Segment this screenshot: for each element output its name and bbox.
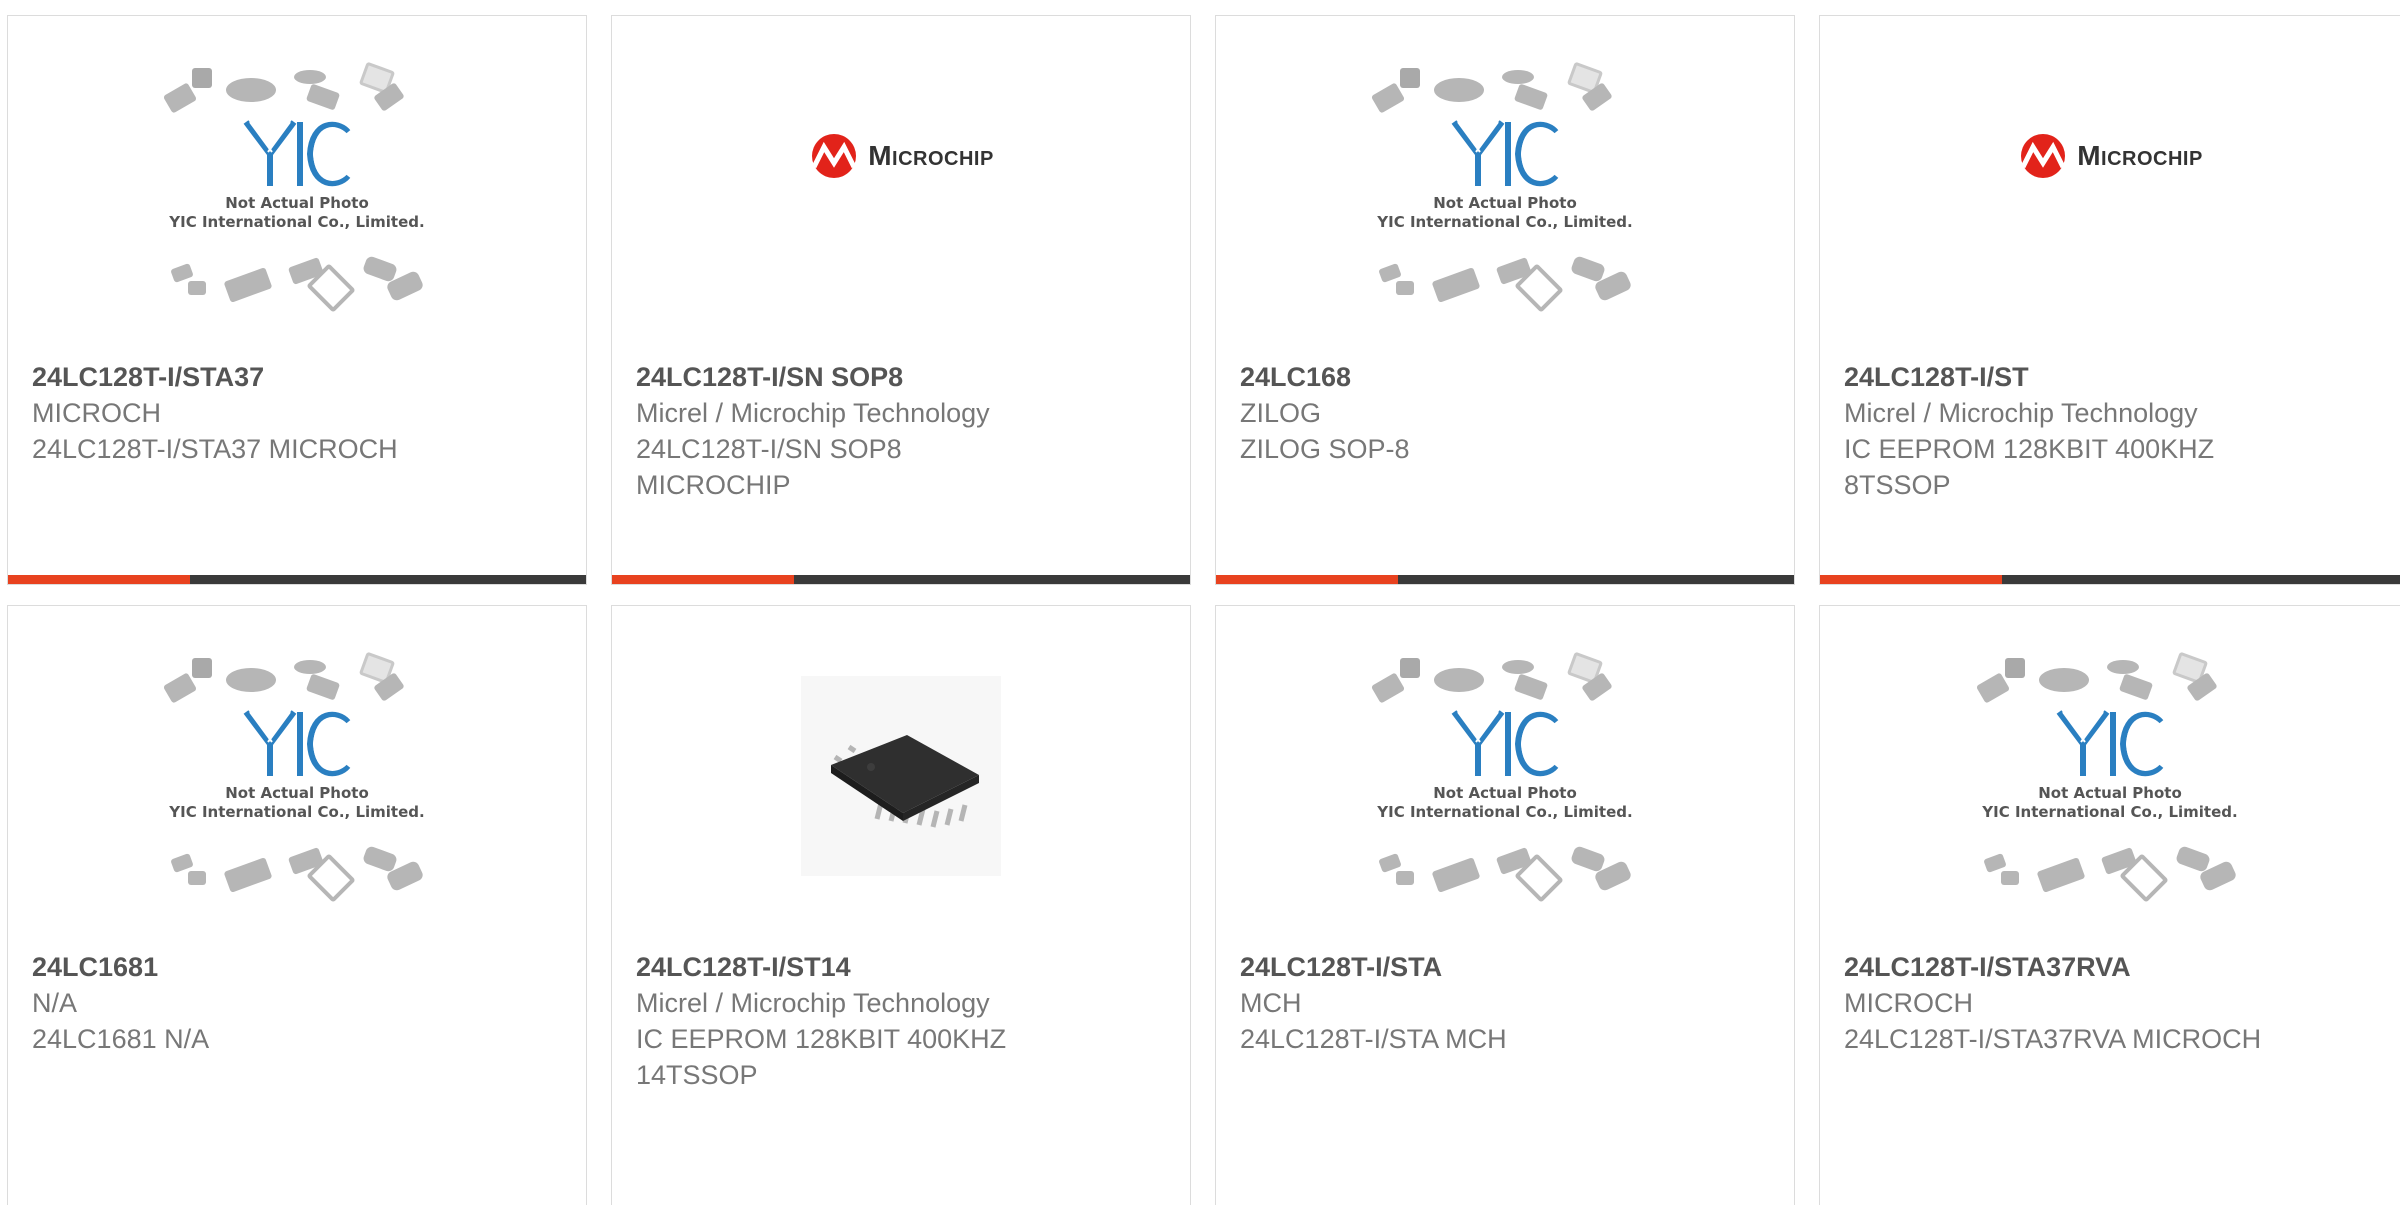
product-info: 24LC128T-I/STA MCH 24LC128T-I/STA MCH [1240, 949, 1770, 1057]
part-number[interactable]: 24LC168 [1240, 359, 1770, 395]
product-image[interactable]: Not Actual Photo YIC International Co., … [1820, 606, 2400, 946]
microchip-logo-image: Microchip [808, 133, 994, 179]
card-bar [1216, 575, 1794, 584]
yic-logo-icon [243, 710, 351, 777]
product-image[interactable]: Not Actual Photo YIC International Co., … [1216, 606, 1794, 946]
yic-placeholder-image: Not Actual Photo YIC International Co., … [162, 651, 432, 903]
yic-logo-icon [1451, 120, 1559, 187]
part-number[interactable]: 24LC128T-I/ST14 [636, 949, 1166, 985]
product-image[interactable]: Microchip [612, 16, 1190, 356]
description: 24LC128T-I/STA37 MICROCH [32, 434, 398, 464]
part-number[interactable]: 24LC128T-I/ST [1844, 359, 2376, 395]
card-bar-accent [1820, 575, 2002, 584]
description: IC EEPROM 128KBIT 400KHZ 8TSSOP [1844, 434, 2215, 500]
tssop-chip-icon [831, 735, 979, 828]
part-number[interactable]: 24LC128T-I/STA37RVA [1844, 949, 2376, 985]
manufacturer: Micrel / Microchip Technology [636, 398, 990, 428]
yic-logo-icon [1451, 710, 1559, 777]
product-image[interactable]: Not Actual Photo YIC International Co., … [8, 606, 586, 946]
card-bar [8, 575, 586, 584]
product-card[interactable]: Not Actual Photo YIC International Co., … [7, 605, 587, 1205]
product-info: 24LC128T-I/ST Micrel / Microchip Technol… [1844, 359, 2376, 503]
microchip-logo-image: Microchip [2017, 133, 2203, 179]
product-image[interactable]: Microchip [1820, 16, 2400, 356]
microchip-logo-text: Microchip [2077, 140, 2203, 171]
image-company: YIC International Co., Limited. [169, 803, 425, 821]
yic-placeholder-image: Not Actual Photo YIC International Co., … [162, 61, 432, 313]
product-info: 24LC1681 N/A 24LC1681 N/A [32, 949, 562, 1057]
product-image[interactable]: Not Actual Photo YIC International Co., … [8, 16, 586, 356]
product-card[interactable]: Not Actual Photo YIC International Co., … [7, 15, 587, 585]
description: 24LC128T-I/STA37RVA MICROCH [1844, 1024, 2262, 1054]
yic-placeholder-image: Not Actual Photo YIC International Co., … [1975, 651, 2245, 903]
microchip-logo-icon [811, 134, 857, 178]
part-number[interactable]: 24LC128T-I/SN SOP8 [636, 359, 1166, 395]
microchip-logo-icon [2020, 134, 2066, 178]
product-card[interactable]: Not Actual Photo YIC International Co., … [1819, 605, 2400, 1205]
part-number[interactable]: 24LC128T-I/STA37 [32, 359, 562, 395]
description: 24LC128T-I/SN SOP8 MICROCHIP [636, 434, 902, 500]
image-note: Not Actual Photo [225, 194, 369, 212]
description: 24LC128T-I/STA MCH [1240, 1024, 1507, 1054]
image-company: YIC International Co., Limited. [1377, 213, 1633, 231]
manufacturer: MICROCH [32, 398, 161, 428]
card-bar [612, 575, 1190, 584]
image-note: Not Actual Photo [1433, 784, 1577, 802]
product-card[interactable]: Microchip 24LC128T-I/SN SOP8 Micrel / Mi… [611, 15, 1191, 585]
manufacturer: MCH [1240, 988, 1302, 1018]
image-note: Not Actual Photo [225, 784, 369, 802]
product-card[interactable]: Not Actual Photo YIC International Co., … [1215, 605, 1795, 1205]
product-info: 24LC128T-I/SN SOP8 Micrel / Microchip Te… [636, 359, 1166, 503]
product-info: 24LC128T-I/STA37 MICROCH 24LC128T-I/STA3… [32, 359, 562, 467]
image-company: YIC International Co., Limited. [1982, 803, 2238, 821]
description: ZILOG SOP-8 [1240, 434, 1410, 464]
image-note: Not Actual Photo [2038, 784, 2182, 802]
product-card[interactable]: Microchip 24LC128T-I/ST Micrel / Microch… [1819, 15, 2400, 585]
image-company: YIC International Co., Limited. [169, 213, 425, 231]
product-card[interactable]: Not Actual Photo YIC International Co., … [1215, 15, 1795, 585]
yic-logo-icon [2056, 710, 2164, 777]
image-company: YIC International Co., Limited. [1377, 803, 1633, 821]
yic-placeholder-image: Not Actual Photo YIC International Co., … [1370, 61, 1640, 313]
part-number[interactable]: 24LC128T-I/STA [1240, 949, 1770, 985]
product-image[interactable]: Not Actual Photo YIC International Co., … [1216, 16, 1794, 356]
product-info: 24LC128T-I/STA37RVA MICROCH 24LC128T-I/S… [1844, 949, 2376, 1057]
card-bar-accent [1216, 575, 1398, 584]
card-bar-accent [612, 575, 794, 584]
description: 24LC1681 N/A [32, 1024, 210, 1054]
yic-logo-icon [243, 120, 351, 187]
product-info: 24LC128T-I/ST14 Micrel / Microchip Techn… [636, 949, 1166, 1093]
part-number[interactable]: 24LC1681 [32, 949, 562, 985]
product-info: 24LC168 ZILOG ZILOG SOP-8 [1240, 359, 1770, 467]
tssop-chip-photo [801, 676, 1001, 876]
product-image[interactable] [612, 606, 1190, 946]
microchip-logo-text: Microchip [868, 140, 994, 171]
card-bar [1820, 575, 2400, 584]
manufacturer: N/A [32, 988, 78, 1018]
manufacturer: Micrel / Microchip Technology [636, 988, 990, 1018]
image-note: Not Actual Photo [1433, 194, 1577, 212]
manufacturer: Micrel / Microchip Technology [1844, 398, 2198, 428]
manufacturer: ZILOG [1240, 398, 1322, 428]
description: IC EEPROM 128KBIT 400KHZ 14TSSOP [636, 1024, 1007, 1090]
yic-placeholder-image: Not Actual Photo YIC International Co., … [1370, 651, 1640, 903]
manufacturer: MICROCH [1844, 988, 1973, 1018]
product-card[interactable]: 24LC128T-I/ST14 Micrel / Microchip Techn… [611, 605, 1191, 1205]
card-bar-accent [8, 575, 190, 584]
product-grid: Not Actual Photo YIC International Co., … [0, 0, 2400, 1205]
